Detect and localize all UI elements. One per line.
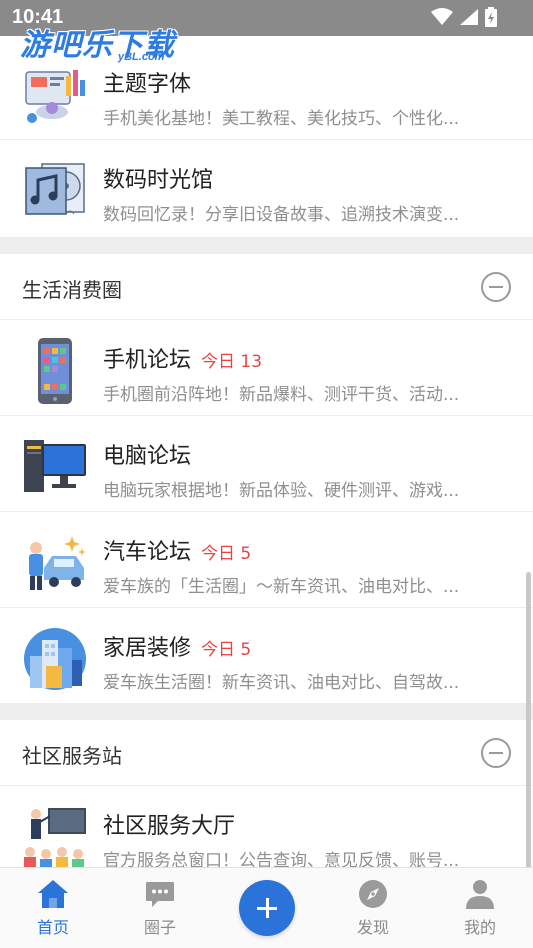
watermark-sub: yBL.com: [118, 51, 165, 63]
today-count-badge: 今日 5: [201, 544, 252, 564]
tab-circles[interactable]: 圈子: [120, 868, 200, 948]
forum-title-text: 数码时光馆: [103, 168, 214, 193]
forum-desc: 手机美化基地！美工教程、美化技巧、个性化...: [103, 109, 460, 129]
forum-desc: 官方服务总窗口！公告查询、意见反馈、账号...: [103, 851, 460, 867]
home-icon: [38, 880, 68, 908]
section-header-life: 生活消费圈: [0, 254, 533, 320]
forum-desc: 手机圈前沿阵地！新品爆料、测评干货、活动...: [103, 385, 460, 405]
forum-desc: 电脑玩家根据地！新品体验、硬件测评、游戏...: [103, 481, 460, 501]
forum-desc: 爱车族生活圈！新车资讯、油电对比、自驾故...: [103, 673, 460, 693]
forum-title-text: 社区服务大厅: [103, 814, 236, 839]
forum-desc: 数码回忆录！分享旧设备故事、追溯技术演变...: [103, 205, 460, 225]
scrollbar[interactable]: [526, 572, 531, 884]
section-title: 生活消费圈: [22, 278, 122, 302]
tab-label: 首页: [36, 918, 69, 937]
forum-title-text: 主题字体: [103, 72, 192, 97]
tab-label: 发现: [356, 918, 389, 937]
signal-icon: [460, 9, 478, 25]
desktop-pc-illustration: [24, 440, 86, 492]
forum-title-text: 手机论坛: [103, 348, 192, 373]
forum-desc: 爱车族的「生活圈」～新车资讯、油电对比、...: [103, 577, 460, 597]
user-icon: [466, 880, 494, 909]
section-title: 社区服务站: [22, 744, 122, 768]
forum-title: 汽车论坛 今日 5: [103, 534, 251, 566]
forum-title: 家居装修 今日 5: [103, 630, 251, 662]
forum-row-phone[interactable]: 手机论坛 今日 13 手机圈前沿阵地！新品爆料、测评干货、活动...: [0, 320, 533, 416]
post-button[interactable]: [239, 880, 295, 936]
status-icons: [431, 7, 497, 27]
forum-row-service-hall[interactable]: 社区服务大厅 官方服务总窗口！公告查询、意见反馈、账号...: [0, 786, 533, 867]
forum-title: 主题字体: [103, 66, 191, 98]
section-header-community: 社区服务站: [0, 720, 533, 786]
forum-title: 手机论坛 今日 13: [103, 342, 262, 374]
forum-row-digital-museum[interactable]: 数码时光馆 数码回忆录！分享旧设备故事、追溯技术演变...: [0, 140, 533, 238]
theme-font-illustration: [25, 70, 85, 123]
watermark-logo: 游吧乐下载 yBL.com: [18, 14, 188, 70]
tab-label: 圈子: [143, 918, 176, 937]
collapse-section-button[interactable]: [481, 738, 511, 768]
wifi-icon: [431, 8, 453, 25]
forum-title: 社区服务大厅: [103, 808, 235, 840]
car-wash-illustration: [29, 536, 86, 590]
city-buildings-illustration: [24, 628, 86, 690]
section-divider: [0, 704, 533, 720]
tab-discover[interactable]: 发现: [333, 868, 413, 948]
battery-icon: [485, 7, 497, 27]
smartphone-illustration: [38, 338, 72, 404]
forum-title-text: 汽车论坛: [103, 540, 192, 565]
tab-me[interactable]: 我的: [440, 868, 520, 948]
forum-title-text: 家居装修: [103, 636, 192, 661]
today-count-badge: 今日 5: [201, 640, 252, 660]
today-count-badge: 今日 13: [201, 352, 263, 372]
tab-home[interactable]: 首页: [13, 868, 93, 948]
forum-row-pc[interactable]: 电脑论坛 电脑玩家根据地！新品体验、硬件测评、游戏...: [0, 416, 533, 512]
forum-row-car[interactable]: 汽车论坛 今日 5 爱车族的「生活圈」～新车资讯、油电对比、...: [0, 512, 533, 608]
bottom-tab-bar: 首页 圈子 发现 我的: [0, 867, 533, 948]
forum-list[interactable]: 主题字体 手机美化基地！美工教程、美化技巧、个性化... 数码时光馆 数码回忆录…: [0, 36, 533, 867]
collapse-section-button[interactable]: [481, 272, 511, 302]
presentation-illustration: [24, 808, 86, 867]
forum-title-text: 电脑论坛: [103, 444, 192, 469]
forum-title: 数码时光馆: [103, 162, 213, 194]
compass-icon: [359, 880, 387, 908]
forum-row-home-decor[interactable]: 家居装修 今日 5 爱车族生活圈！新车资讯、油电对比、自驾故...: [0, 608, 533, 704]
section-divider: [0, 238, 533, 254]
tab-label: 我的: [463, 918, 496, 937]
forum-title: 电脑论坛: [103, 438, 191, 470]
digital-museum-illustration: [25, 163, 85, 215]
chat-bubble-icon: [146, 882, 174, 907]
